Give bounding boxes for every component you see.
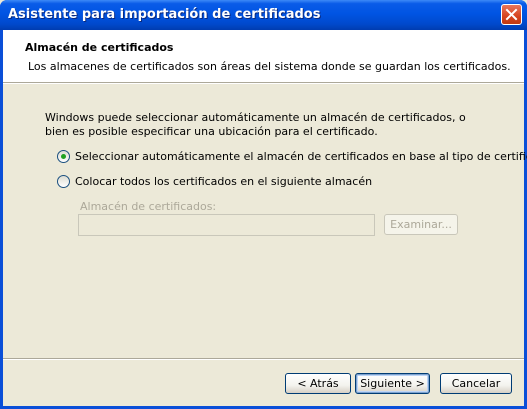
radio-auto-select-label[interactable]: Seleccionar automáticamente el almacén d…	[75, 150, 527, 163]
radio-manual-store-label[interactable]: Colocar todos los certificados en el sig…	[75, 175, 372, 188]
close-button[interactable]	[501, 4, 522, 25]
radio-button-checked[interactable]	[57, 150, 70, 163]
back-button[interactable]: < Atrás	[285, 373, 351, 394]
window-title: Asistente para importación de certificad…	[8, 7, 321, 22]
store-field-label: Almacén de certificados:	[80, 200, 217, 213]
title-bar[interactable]: Asistente para importación de certificad…	[0, 0, 527, 30]
wizard-header: Almacén de certificados Los almacenes de…	[3, 30, 524, 82]
dialog-body: Almacén de certificados Los almacenes de…	[3, 30, 527, 406]
page-title: Almacén de certificados	[25, 41, 174, 54]
store-input[interactable]	[78, 214, 375, 236]
header-divider	[3, 82, 524, 84]
wizard-window: Asistente para importación de certificad…	[0, 0, 527, 409]
footer-divider	[3, 358, 524, 360]
radio-button-unchecked[interactable]	[57, 175, 70, 188]
browse-button[interactable]: Examinar...	[384, 214, 458, 235]
cancel-button[interactable]: Cancelar	[440, 373, 512, 394]
intro-text: Windows puede seleccionar automáticament…	[45, 111, 466, 138]
next-button[interactable]: Siguiente >	[355, 373, 430, 394]
page-description: Los almacenes de certificados son áreas …	[28, 60, 511, 73]
radio-dot	[61, 154, 66, 159]
